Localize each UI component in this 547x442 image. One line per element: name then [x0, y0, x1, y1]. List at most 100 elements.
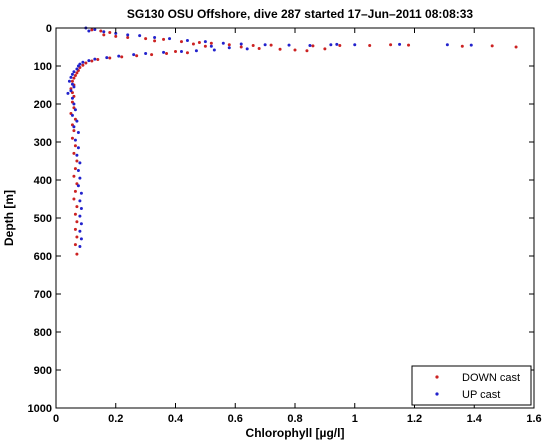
data-point — [81, 63, 85, 67]
data-point — [78, 245, 82, 248]
data-point — [72, 85, 76, 89]
data-point — [323, 47, 327, 51]
x-tick-label: 0.2 — [108, 413, 123, 425]
data-point — [67, 79, 71, 83]
data-point — [179, 50, 183, 54]
data-point — [87, 59, 91, 63]
data-point — [263, 43, 267, 47]
data-point — [490, 44, 494, 48]
y-tick-label: 800 — [34, 327, 52, 339]
data-point — [335, 42, 339, 46]
data-point — [153, 36, 157, 39]
data-point — [75, 153, 79, 157]
data-point — [138, 34, 142, 38]
data-point — [209, 41, 213, 45]
legend-label-down: DOWN cast — [462, 372, 520, 384]
data-point — [162, 37, 166, 41]
y-tick-label: 600 — [34, 251, 52, 263]
plot-background — [56, 28, 534, 408]
data-point — [117, 54, 121, 58]
data-point — [69, 75, 73, 79]
data-point — [185, 39, 189, 43]
data-point — [99, 29, 103, 33]
data-point — [79, 207, 83, 210]
data-point — [72, 70, 76, 74]
data-point — [135, 54, 139, 58]
data-point — [120, 55, 124, 59]
data-point — [79, 222, 83, 226]
data-point — [108, 31, 112, 35]
data-point — [76, 64, 80, 68]
data-point — [227, 43, 231, 47]
data-point — [203, 40, 207, 44]
data-point — [76, 169, 80, 172]
data-point — [445, 43, 449, 47]
data-point — [353, 43, 357, 47]
x-tick-label: 0.6 — [228, 413, 243, 425]
data-point — [308, 43, 312, 47]
data-point — [197, 40, 201, 44]
data-point — [76, 184, 80, 188]
data-point — [75, 159, 79, 163]
data-point — [311, 44, 315, 48]
data-point — [168, 37, 172, 41]
data-point — [73, 243, 77, 247]
data-point — [221, 41, 225, 45]
data-point — [338, 43, 342, 47]
data-point — [191, 42, 195, 46]
data-point — [102, 30, 106, 34]
data-point — [73, 108, 77, 112]
y-axis-label: Depth [m] — [2, 190, 16, 246]
data-point — [90, 28, 94, 32]
data-point — [209, 44, 213, 48]
data-point — [73, 138, 77, 142]
data-point — [66, 91, 70, 95]
x-tick-label: 1.4 — [467, 413, 483, 425]
data-point — [514, 45, 518, 49]
data-point — [257, 47, 261, 51]
data-point — [194, 49, 198, 53]
legend-marker-down — [435, 375, 439, 379]
data-point — [70, 113, 74, 117]
data-point — [150, 53, 154, 57]
legend-marker-up — [435, 392, 439, 396]
data-point — [70, 96, 74, 100]
data-point — [144, 37, 148, 41]
x-tick-label: 0 — [53, 413, 59, 425]
y-tick-label: 1000 — [28, 403, 52, 415]
data-point — [70, 79, 74, 83]
data-point — [73, 74, 77, 77]
data-point — [203, 44, 207, 48]
x-tick-label: 1.6 — [526, 413, 541, 425]
data-point — [72, 102, 76, 106]
data-point — [90, 59, 94, 63]
data-point — [70, 72, 74, 76]
data-point — [469, 43, 473, 47]
x-tick-label: 1 — [352, 413, 358, 425]
data-point — [293, 48, 297, 52]
data-point — [227, 46, 231, 50]
data-point — [75, 252, 79, 256]
data-point — [153, 39, 157, 43]
chart-title: SG130 OSU Offshore, dive 287 started 17–… — [127, 7, 474, 21]
data-point — [75, 67, 79, 71]
data-point — [126, 33, 130, 37]
data-point — [73, 212, 77, 216]
y-tick-label: 0 — [46, 23, 52, 35]
y-tick-label: 300 — [34, 137, 52, 149]
data-point — [78, 229, 82, 233]
data-point — [75, 220, 79, 224]
data-point — [239, 42, 243, 46]
data-point — [72, 129, 76, 133]
legend-label-up: UP cast — [462, 389, 500, 401]
y-tick-label: 100 — [34, 61, 52, 73]
data-point — [75, 71, 79, 75]
data-point — [162, 50, 166, 54]
data-point — [179, 40, 183, 44]
data-point — [72, 174, 76, 178]
data-point — [78, 161, 82, 165]
data-point — [73, 167, 77, 171]
data-point — [69, 89, 73, 93]
data-point — [114, 34, 118, 38]
y-tick-label: 900 — [34, 365, 52, 377]
